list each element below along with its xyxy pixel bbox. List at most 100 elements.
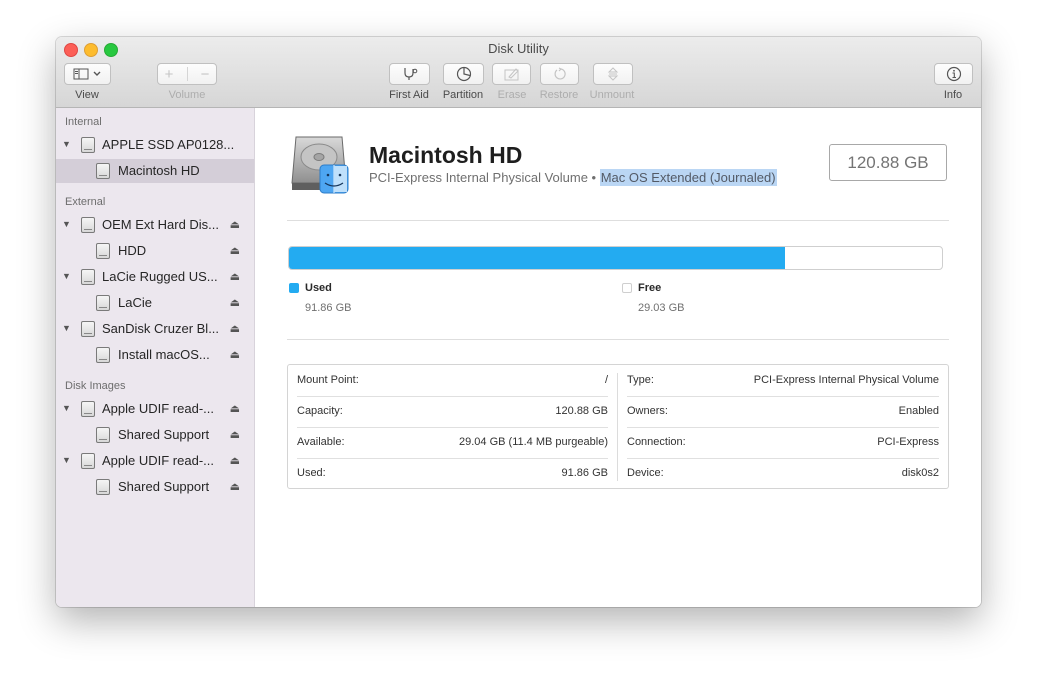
volume-type-text: PCI-Express Internal Physical Volume [369, 170, 588, 185]
eject-icon[interactable]: ⏏ [230, 322, 240, 335]
sidebar-item-label: OEM Ext Hard Dis... [102, 217, 220, 232]
free-legend-swatch [622, 283, 632, 293]
volume-format-text[interactable]: Mac OS Extended (Journaled) [599, 169, 777, 186]
remove-volume-button[interactable]: − [201, 66, 210, 83]
sidebar-item-shared-support-1[interactable]: Shared Support ⏏ [56, 423, 254, 447]
info-label: Info [943, 89, 963, 101]
eject-icon[interactable]: ⏏ [230, 218, 240, 231]
info-key: Type: [627, 374, 654, 386]
sidebar-item-hdd[interactable]: HDD ⏏ [56, 239, 254, 263]
sidebar-item-sandisk-cruzer[interactable]: ▼ SanDisk Cruzer Bl... ⏏ [56, 317, 254, 341]
segment-divider [186, 67, 188, 81]
sidebar-item-label: Apple UDIF read-... [102, 401, 214, 416]
sidebar: Internal ▼ APPLE SSD AP0128... Macintosh… [56, 108, 255, 607]
divider [287, 220, 949, 221]
info-row-used: Used: 91.86 GB [288, 458, 617, 489]
row-divider [297, 396, 608, 397]
sidebar-item-install-macos[interactable]: Install macOS... ⏏ [56, 343, 254, 367]
disclosure-triangle-icon[interactable]: ▼ [62, 139, 71, 149]
eject-icon[interactable]: ⏏ [230, 428, 240, 441]
volume-icon [96, 427, 110, 443]
partition-button[interactable] [443, 63, 484, 85]
volume-detail-pane: Macintosh HD PCI-Express Internal Physic… [255, 108, 981, 607]
volume-info-table: Mount Point: / Capacity: 120.88 GB Avail… [287, 364, 949, 489]
info-value: 29.04 GB (11.4 MB purgeable) [459, 436, 608, 448]
usage-bar [288, 246, 943, 270]
info-row-owners: Owners: Enabled [618, 396, 948, 427]
eject-icon[interactable]: ⏏ [230, 270, 240, 283]
volume-segmented-control[interactable]: + − [157, 63, 217, 85]
title-bar: Disk Utility View + − Volume First Aid P… [56, 37, 981, 108]
used-legend-value: 91.86 GB [305, 302, 352, 314]
view-label: View [75, 89, 99, 101]
info-value: 91.86 GB [561, 467, 608, 479]
window-title: Disk Utility [488, 41, 549, 56]
info-button[interactable] [934, 63, 973, 85]
disclosure-triangle-icon[interactable]: ▼ [62, 455, 71, 465]
partition-pie-icon [456, 66, 471, 82]
info-icon [946, 66, 961, 82]
eject-icon[interactable]: ⏏ [230, 296, 240, 309]
eject-icon[interactable]: ⏏ [230, 454, 240, 467]
sidebar-item-label: LaCie [118, 295, 152, 310]
info-key: Device: [627, 467, 664, 479]
sidebar-item-label: Shared Support [118, 479, 210, 494]
first-aid-button[interactable] [389, 63, 430, 85]
row-divider [297, 458, 608, 459]
unmount-icon [607, 67, 619, 81]
subtitle-separator: • [587, 170, 600, 185]
sidebar-item-lacie[interactable]: LaCie ⏏ [56, 291, 254, 315]
row-divider [627, 427, 939, 428]
used-legend-label: Used [305, 282, 332, 294]
used-legend-swatch [289, 283, 299, 293]
disclosure-triangle-icon[interactable]: ▼ [62, 271, 71, 281]
unmount-button[interactable] [593, 63, 633, 85]
eject-icon[interactable]: ⏏ [230, 244, 240, 257]
sidebar-item-apple-ssd[interactable]: ▼ APPLE SSD AP0128... [56, 133, 254, 157]
hard-drive-icon [291, 136, 349, 194]
restore-icon [554, 67, 566, 80]
sidebar-item-oem-ext-hard-disk[interactable]: ▼ OEM Ext Hard Dis... ⏏ [56, 213, 254, 237]
volume-label: Volume [168, 89, 206, 101]
sidebar-item-lacie-rugged[interactable]: ▼ LaCie Rugged US... ⏏ [56, 265, 254, 289]
unmount-label: Unmount [589, 89, 635, 101]
disclosure-triangle-icon[interactable]: ▼ [62, 403, 71, 413]
sidebar-section-external: External [65, 196, 106, 208]
sidebar-item-label: Shared Support [118, 427, 210, 442]
add-volume-button[interactable]: + [165, 66, 174, 83]
eject-icon[interactable]: ⏏ [230, 348, 240, 361]
disk-utility-window: Disk Utility View + − Volume First Aid P… [56, 37, 981, 607]
erase-icon [504, 68, 519, 81]
erase-button[interactable] [492, 63, 531, 85]
info-key: Capacity: [297, 405, 343, 417]
disclosure-triangle-icon[interactable]: ▼ [62, 323, 71, 333]
eject-icon[interactable]: ⏏ [230, 402, 240, 415]
sidebar-section-disk-images: Disk Images [65, 380, 126, 392]
sidebar-item-apple-udif-2[interactable]: ▼ Apple UDIF read-... ⏏ [56, 449, 254, 473]
internal-drive-icon [81, 137, 95, 153]
info-value: PCI-Express Internal Physical Volume [753, 374, 939, 386]
disclosure-triangle-icon[interactable]: ▼ [62, 219, 71, 229]
info-value: / [604, 374, 608, 386]
info-key: Connection: [627, 436, 686, 448]
sidebar-section-internal: Internal [65, 116, 102, 128]
sidebar-item-label: HDD [118, 243, 147, 258]
info-row-type: Type: PCI-Express Internal Physical Volu… [618, 365, 948, 396]
info-row-mount-point: Mount Point: / [288, 365, 617, 396]
restore-button[interactable] [540, 63, 579, 85]
info-row-device: Device: disk0s2 [618, 458, 948, 489]
sidebar-item-label: LaCie Rugged US... [102, 269, 218, 284]
eject-icon[interactable]: ⏏ [230, 480, 240, 493]
view-button[interactable] [64, 63, 111, 85]
external-drive-icon [81, 269, 95, 285]
sidebar-item-label: APPLE SSD AP0128... [102, 137, 235, 152]
volume-icon [96, 243, 110, 259]
disk-image-icon [81, 401, 95, 417]
info-value: disk0s2 [901, 467, 939, 479]
external-drive-icon [81, 217, 95, 233]
info-key: Used: [297, 467, 326, 479]
sidebar-item-shared-support-2[interactable]: Shared Support ⏏ [56, 475, 254, 499]
row-divider [297, 427, 608, 428]
sidebar-item-macintosh-hd[interactable]: Macintosh HD [56, 159, 254, 183]
sidebar-item-apple-udif-1[interactable]: ▼ Apple UDIF read-... ⏏ [56, 397, 254, 421]
